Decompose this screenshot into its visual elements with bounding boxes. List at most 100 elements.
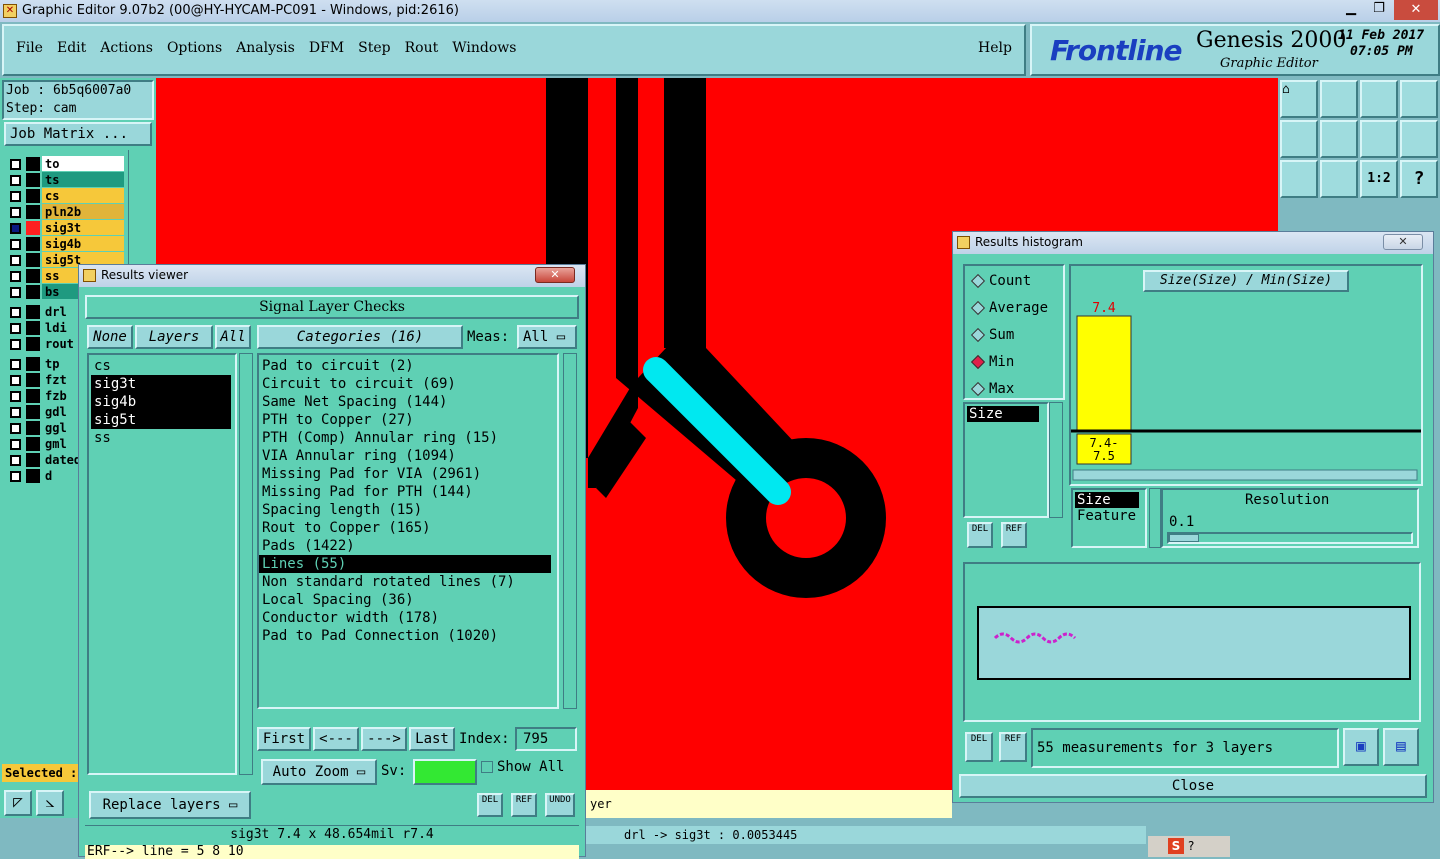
layer-checkbox[interactable]	[10, 407, 21, 418]
layer-color-swatch[interactable]	[26, 321, 40, 335]
pan-left-icon[interactable]	[1280, 120, 1318, 158]
menu-rout[interactable]: Rout	[405, 40, 439, 56]
last-button[interactable]: Last	[409, 727, 455, 751]
category-item[interactable]: Local Spacing (36)	[259, 591, 551, 609]
layer-name[interactable]: cs	[42, 188, 124, 203]
layout-chart-icon[interactable]: ▤	[1383, 728, 1419, 766]
category-item[interactable]: Pad to circuit (2)	[259, 357, 551, 375]
export-chart-icon[interactable]: ▣	[1343, 728, 1379, 766]
layer-name[interactable]: ts	[42, 172, 124, 187]
help-icon[interactable]: ?	[1400, 160, 1438, 198]
show-all-checkbox[interactable]	[481, 761, 493, 773]
layer-checkbox[interactable]	[10, 323, 21, 334]
results-viewer-close-button[interactable]: ✕	[535, 267, 575, 283]
category-item[interactable]: PTH (Comp) Annular ring (15)	[259, 429, 551, 447]
zoom-out-icon[interactable]	[1320, 80, 1358, 118]
layer-color-swatch[interactable]	[26, 337, 40, 351]
meas-select[interactable]: All ▭	[517, 325, 577, 349]
layers-button[interactable]: Layers	[135, 325, 213, 349]
mode-radio-max[interactable]: Max	[965, 376, 1063, 403]
swap-icon[interactable]	[1400, 120, 1438, 158]
category-item[interactable]: Rout to Copper (165)	[259, 519, 551, 537]
layer-checkbox[interactable]	[10, 239, 21, 250]
sort-item-size[interactable]: Size	[1075, 492, 1139, 508]
layer-checkbox[interactable]	[10, 271, 21, 282]
layer-checkbox[interactable]	[10, 207, 21, 218]
layer-color-swatch[interactable]	[26, 173, 40, 187]
layer-checkbox[interactable]	[10, 307, 21, 318]
layer-name[interactable]: sig3t	[42, 220, 124, 235]
sv-color-select[interactable]	[413, 759, 477, 785]
prev-button[interactable]: <---	[313, 727, 359, 751]
viewer-layer-item[interactable]: sig4b	[91, 393, 231, 411]
resolution-slider[interactable]	[1167, 532, 1413, 544]
menu-step[interactable]: Step	[358, 40, 390, 56]
layer-checkbox[interactable]	[10, 391, 21, 402]
del-button[interactable]: DEL	[477, 793, 503, 817]
window-icon[interactable]	[1360, 80, 1398, 118]
size-list[interactable]: Size	[963, 402, 1049, 518]
layer-name[interactable]: sig4b	[42, 236, 124, 251]
layer-row[interactable]: ts	[4, 172, 124, 188]
replace-layers-button[interactable]: Replace layers ▭	[89, 791, 251, 819]
undo-button[interactable]: UNDO	[545, 793, 575, 817]
layer-checkbox[interactable]	[10, 287, 21, 298]
layer-checkbox[interactable]	[10, 359, 21, 370]
sort-list[interactable]: Size Feature	[1071, 488, 1147, 548]
layer-name[interactable]: to	[42, 156, 124, 171]
scale-icon[interactable]: 1:2	[1360, 160, 1398, 198]
category-item[interactable]: Spacing length (15)	[259, 501, 551, 519]
viewer-layer-item[interactable]: cs	[91, 357, 231, 375]
viewer-layer-list[interactable]: cs sig3t sig4b sig5t ss	[87, 353, 237, 775]
auto-zoom-select[interactable]: Auto Zoom ▭	[261, 759, 377, 785]
layer-checkbox[interactable]	[10, 223, 21, 234]
minimize-button[interactable]: ▁	[1338, 2, 1364, 18]
mode-radio-sum[interactable]: Sum	[965, 322, 1063, 349]
layer-color-swatch[interactable]	[26, 421, 40, 435]
category-item[interactable]: Lines (55)	[259, 555, 551, 573]
all-button[interactable]: All	[215, 325, 251, 349]
category-item[interactable]: Circuit to circuit (69)	[259, 375, 551, 393]
pan-right-icon[interactable]	[1320, 120, 1358, 158]
maximize-button[interactable]: ❐	[1366, 2, 1392, 18]
menu-options[interactable]: Options	[167, 40, 222, 56]
layer-color-swatch[interactable]	[26, 237, 40, 251]
mode-radio-average[interactable]: Average	[965, 295, 1063, 322]
histogram-hscrollbar[interactable]	[1072, 469, 1418, 481]
menu-help[interactable]: Help	[978, 40, 1026, 56]
layer-color-swatch[interactable]	[26, 205, 40, 219]
layer-checkbox[interactable]	[10, 191, 21, 202]
layer-color-swatch[interactable]	[26, 357, 40, 371]
job-matrix-button[interactable]: Job Matrix ...	[4, 122, 152, 146]
home-icon[interactable]: ⌂	[1280, 80, 1318, 118]
category-item[interactable]: Missing Pad for PTH (144)	[259, 483, 551, 501]
menu-edit[interactable]: Edit	[57, 40, 86, 56]
menu-windows[interactable]: Windows	[452, 40, 516, 56]
resolution-slider-thumb[interactable]	[1169, 534, 1199, 542]
hist-del-button-top[interactable]: DEL	[967, 522, 993, 548]
layer-color-swatch[interactable]	[26, 305, 40, 319]
layer-checkbox[interactable]	[10, 423, 21, 434]
menu-dfm[interactable]: DFM	[309, 40, 344, 56]
layer-checkbox[interactable]	[10, 159, 21, 170]
index-field[interactable]: 795	[515, 727, 577, 751]
category-item[interactable]: Pad to Pad Connection (1020)	[259, 627, 551, 645]
first-button[interactable]: First	[257, 727, 311, 751]
layer-color-swatch[interactable]	[26, 373, 40, 387]
histogram-bar[interactable]	[1076, 315, 1132, 431]
ime-icon[interactable]: S	[1168, 838, 1184, 854]
category-item[interactable]: Same Net Spacing (144)	[259, 393, 551, 411]
layer-row[interactable]: sig4b	[4, 236, 124, 252]
menu-file[interactable]: File	[16, 40, 43, 56]
layer-checkbox[interactable]	[10, 255, 21, 266]
layer-checkbox[interactable]	[10, 375, 21, 386]
layer-checkbox[interactable]	[10, 471, 21, 482]
layer-row[interactable]: sig3t	[4, 220, 124, 236]
histogram-close-button[interactable]: Close	[959, 774, 1427, 798]
select-tool-icon[interactable]: ◸	[4, 790, 32, 816]
layer-color-swatch[interactable]	[26, 405, 40, 419]
layer-row[interactable]: cs	[4, 188, 124, 204]
layer-row[interactable]: pln2b	[4, 204, 124, 220]
categories-button[interactable]: Categories (16)	[257, 325, 463, 349]
close-button[interactable]: ✕	[1394, 0, 1438, 20]
